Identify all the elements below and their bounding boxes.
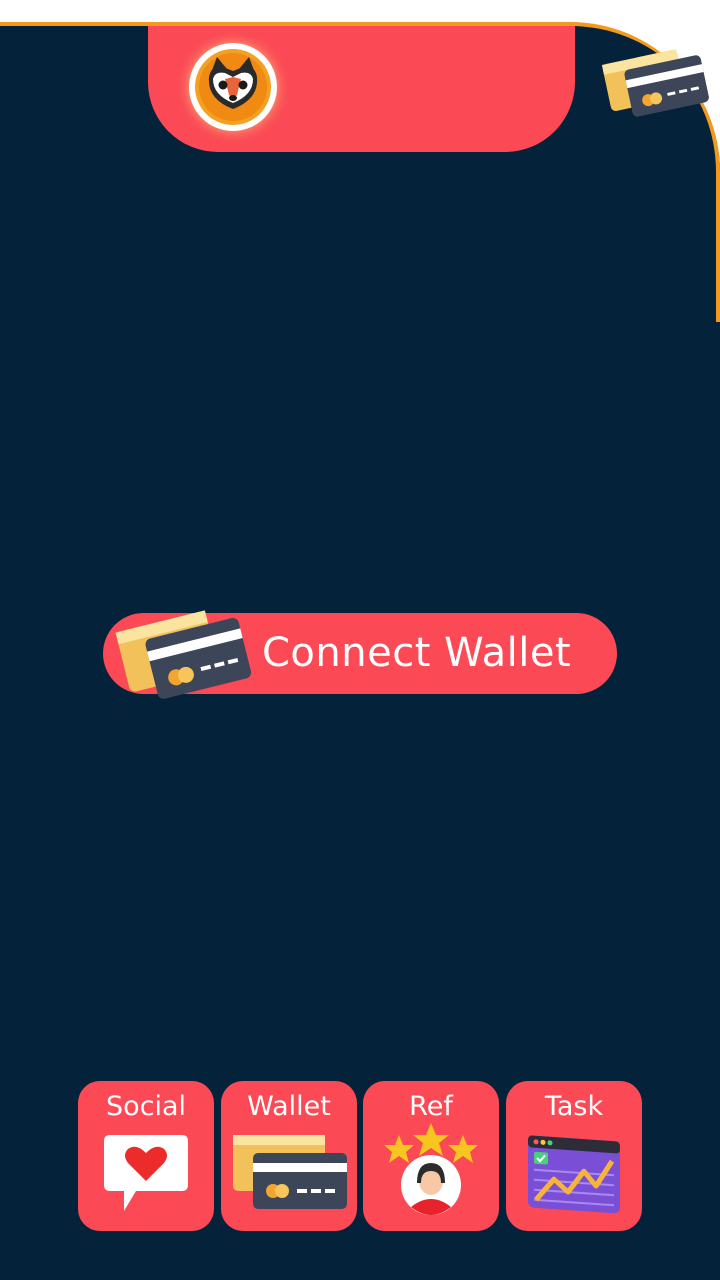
nav-ref[interactable]: Ref [363,1081,499,1231]
credit-card-icon [600,40,712,118]
nav-wallet-label: Wallet [247,1091,331,1122]
nav-social-label: Social [105,1091,187,1122]
connect-wallet-button[interactable] [103,613,617,694]
credit-card-icon [233,1135,347,1209]
referral-stars-icon [384,1123,478,1215]
nav-wallet[interactable]: Wallet [221,1081,357,1231]
heart-chat-icon [104,1135,188,1211]
fox-icon [195,49,271,125]
nav-task[interactable]: Task [506,1081,642,1231]
avatar[interactable] [189,43,277,131]
nav-social[interactable]: Social [78,1081,214,1231]
chart-window-icon [528,1135,620,1214]
nav-task-label: Task [544,1091,604,1122]
nav-ref-label: Ref [409,1091,453,1122]
